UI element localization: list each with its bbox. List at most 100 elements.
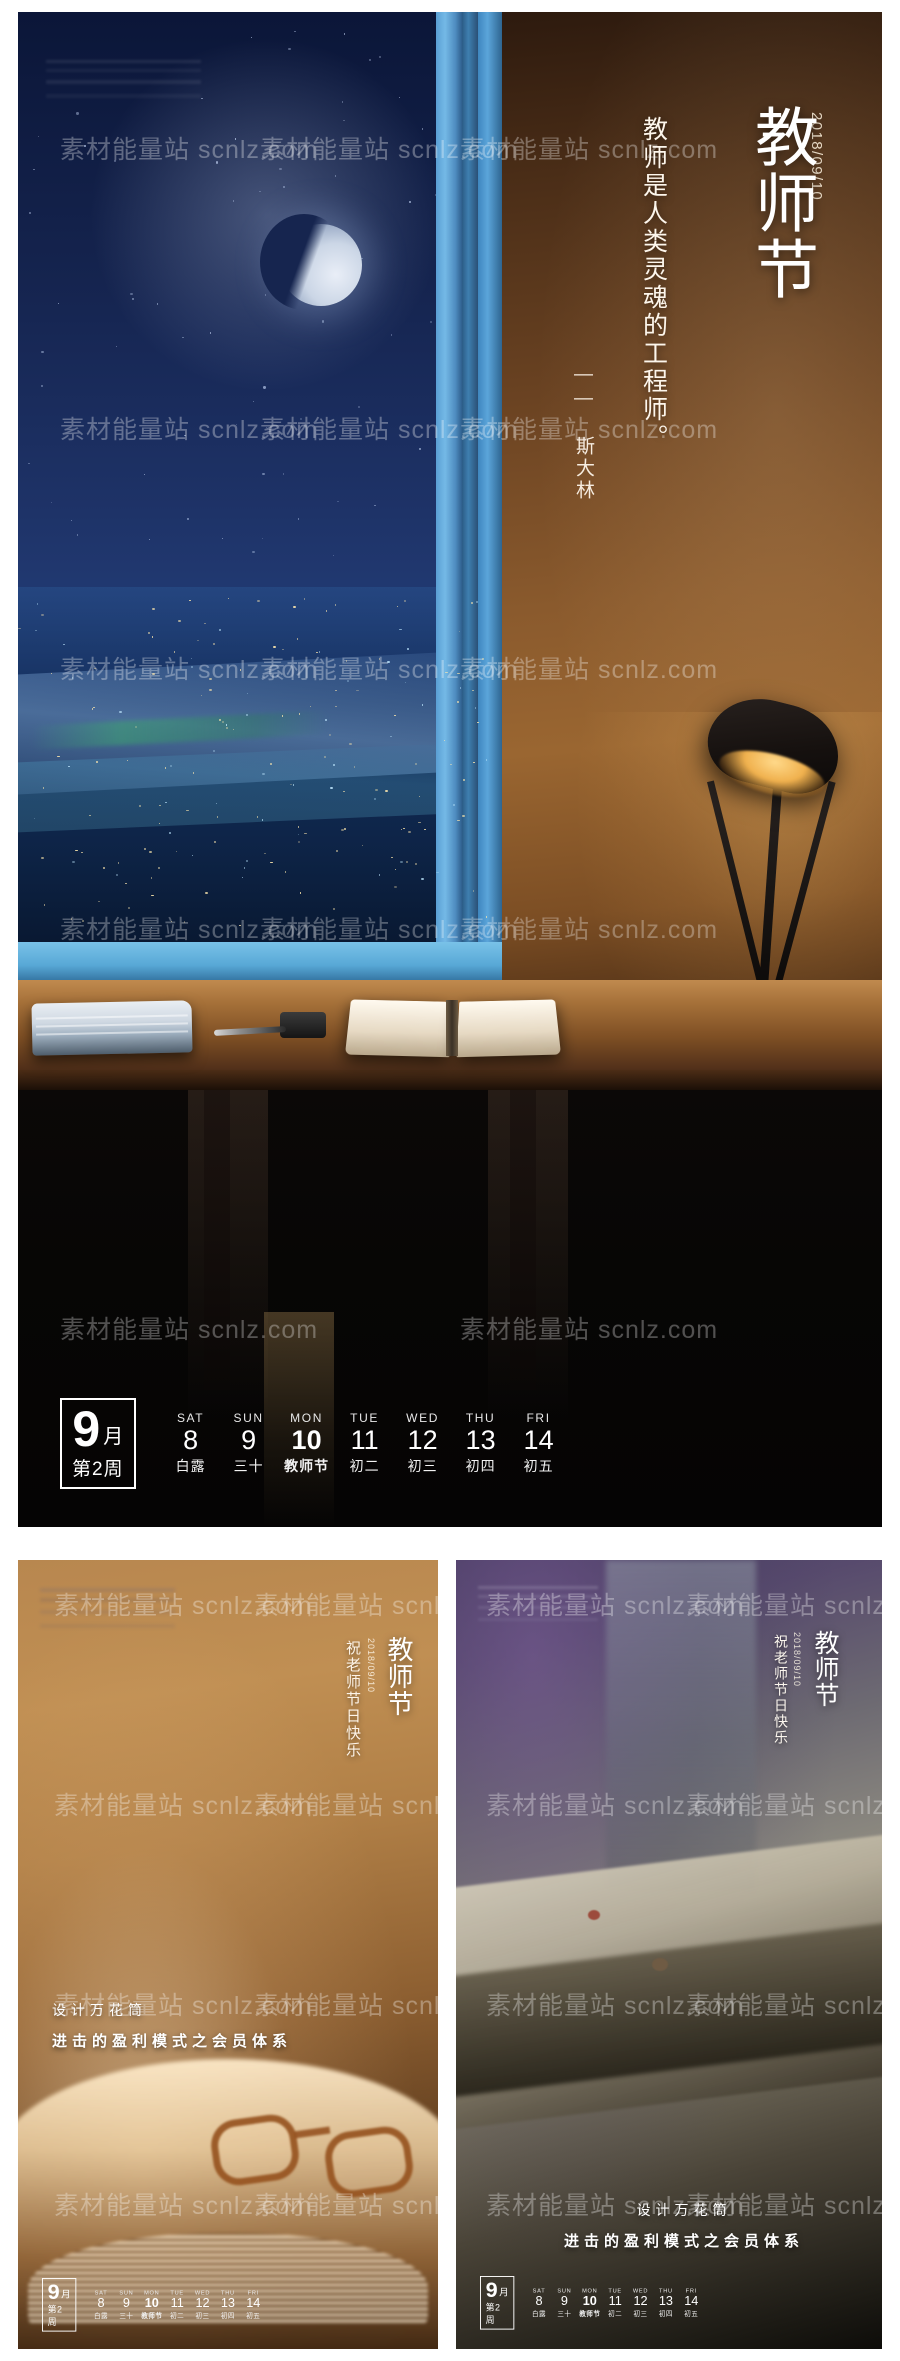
city-light [486, 916, 487, 918]
poster-teachers-day-night: 2018/09/10 教师节 教师是人类灵魂的工程师。 —— 斯大林 9 月 第… [18, 12, 882, 1527]
calendar-day-lunar: 三十 [220, 1456, 278, 1476]
city-light [473, 762, 474, 764]
star [210, 332, 211, 333]
calendar-day-lunar: 初二 [164, 2311, 189, 2320]
calendar-day-weekday: THU [452, 1411, 510, 1425]
poster-title: 教师节 [811, 1630, 838, 1708]
desk-edge [18, 1070, 882, 1090]
calendar-day-number: 14 [510, 1425, 568, 1457]
pen-holder [280, 1012, 326, 1038]
city-light [41, 857, 44, 859]
calendar-day-number: 9 [220, 1425, 278, 1457]
window-blurred [606, 1560, 756, 1890]
calendar-strip: 9 月 第2周 SAT 8 白露 SUN 9 三十 MON 10 教师节 TUE 11 初二 WED 12… [42, 2278, 266, 2332]
star [283, 186, 284, 187]
city-light [453, 804, 454, 806]
star [300, 418, 302, 420]
star [294, 31, 295, 32]
poster-subtitle: 祝老师节日快乐 [340, 1640, 364, 1759]
star [337, 501, 338, 502]
book-page-left [345, 999, 450, 1057]
calendar-day-lunar: 初二 [336, 1456, 394, 1476]
calendar-day-lunar: 三十 [114, 2311, 139, 2320]
star [33, 169, 34, 170]
star [342, 101, 343, 102]
city-light [300, 892, 301, 894]
star [144, 474, 145, 475]
calendar-day-number: 9 [552, 2294, 577, 2309]
star [263, 386, 265, 388]
calendar-day-lunar: 教师节 [139, 2311, 164, 2320]
calendar-day-lunar: 初二 [602, 2309, 627, 2318]
city-light [408, 831, 411, 833]
star [298, 518, 299, 519]
city-light [404, 600, 405, 602]
city-light [293, 606, 296, 608]
city-light [407, 648, 408, 650]
city-light [330, 787, 333, 789]
city-light [375, 789, 378, 791]
calendar-day-number: 8 [526, 2294, 551, 2309]
city-light [135, 726, 136, 728]
city-light [149, 851, 152, 853]
calendar-day: TUE 11 初二 [336, 1411, 394, 1477]
light-streak-artifact [478, 1586, 598, 1628]
calendar-day-weekday: MON [278, 1411, 336, 1425]
city-light [98, 901, 99, 903]
city-light [379, 658, 380, 660]
city-light [476, 601, 477, 603]
city-light [96, 761, 97, 763]
eyeglass-lens-left [208, 2111, 302, 2188]
calendar-day-lunar: 初三 [394, 1456, 452, 1476]
star [182, 337, 183, 338]
calendar-day-lunar: 初三 [628, 2309, 653, 2318]
city-light [333, 764, 334, 766]
city-light [349, 743, 352, 745]
star [201, 98, 202, 99]
star [76, 112, 78, 114]
city-light [304, 598, 305, 600]
calendar-day: MON 10 教师节 [577, 2287, 602, 2318]
poster-subtitle: 祝老师节日快乐 [768, 1634, 790, 1746]
city-light [385, 790, 388, 792]
window-frame-inner [478, 12, 502, 977]
star [149, 539, 150, 540]
city-light [209, 678, 212, 680]
city-light [174, 651, 175, 653]
city-light [226, 727, 227, 729]
star [58, 303, 59, 304]
star [184, 435, 185, 436]
city-light [219, 719, 220, 721]
star [253, 401, 254, 402]
eyeglass-lens-right [322, 2123, 416, 2200]
city-light [482, 658, 483, 660]
city-light [326, 610, 327, 612]
city-light [148, 632, 149, 634]
city-light [319, 651, 320, 653]
window-sill [18, 942, 524, 984]
star [358, 406, 360, 408]
open-book [348, 998, 558, 1058]
calendar-day-number: 11 [336, 1425, 394, 1457]
calendar-month-number: 9 [48, 2282, 60, 2302]
city-light [178, 620, 181, 622]
city-light [324, 756, 325, 758]
star [369, 59, 370, 60]
calendar-strip: 9 月 第2周 SAT 8 白露 SUN 9 三十 MON 10 教师节 TUE 11 初二 WED 12… [60, 1398, 568, 1489]
calendar-day-number: 12 [394, 1425, 452, 1457]
city-light [333, 908, 334, 910]
star [187, 518, 188, 519]
calendar-day-lunar: 初三 [190, 2311, 215, 2320]
city-light [415, 863, 416, 865]
calendar-day-number: 12 [628, 2294, 653, 2309]
city-light [152, 673, 155, 675]
star [130, 293, 132, 295]
poster-footer-lines: 设计万花筒 进击的盈利模式之会员体系 [52, 2000, 292, 2051]
star [132, 298, 133, 299]
calendar-day-number: 13 [653, 2294, 678, 2309]
calendar-day-number: 10 [577, 2294, 602, 2309]
calendar-day-number: 14 [679, 2294, 704, 2309]
city-light [379, 874, 380, 876]
city-light [186, 810, 189, 812]
calendar-day-number: 10 [278, 1425, 336, 1457]
